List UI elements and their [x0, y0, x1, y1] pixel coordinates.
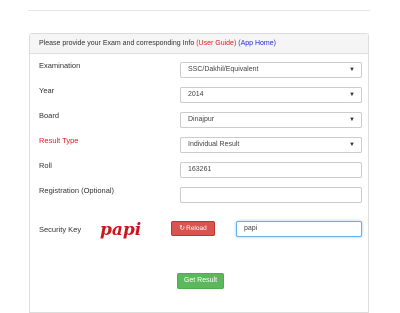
caret-down-icon: ▼ — [349, 117, 355, 123]
user-guide-link[interactable]: (User Guide) — [196, 40, 236, 47]
caret-down-icon: ▼ — [349, 92, 355, 98]
result-type-select[interactable]: Individual Result ▼ — [180, 137, 362, 153]
result-type-selected-value: Individual Result — [188, 141, 240, 148]
roll-label: Roll — [39, 161, 52, 170]
security-key-label: Security Key — [39, 225, 82, 234]
examination-selected-value: SSC/Dakhil/Equivalent — [188, 66, 259, 73]
board-row: Board Dinajpur ▼ — [30, 111, 368, 133]
registration-input[interactable] — [180, 187, 362, 203]
captcha-text: papi — [100, 220, 141, 239]
app-home-link[interactable]: (App Home) — [238, 40, 276, 47]
year-select[interactable]: 2014 ▼ — [180, 87, 362, 103]
result-type-label: Result Type — [39, 136, 79, 145]
board-label: Board — [39, 111, 60, 120]
result-type-row: Result Type Individual Result ▼ — [30, 136, 368, 158]
result-form-panel: Please provide your Exam and correspondi… — [29, 33, 369, 313]
board-selected-value: Dinajpur — [188, 116, 215, 123]
panel-heading-text: Please provide your Exam and correspondi… — [39, 40, 197, 47]
roll-row: Roll 163261 — [30, 161, 368, 183]
security-key-input[interactable]: papi — [236, 221, 362, 237]
reload-button-label: Reload — [186, 225, 207, 232]
captcha-image: papi — [100, 220, 141, 239]
top-divider — [28, 10, 370, 11]
panel-heading: Please provide your Exam and correspondi… — [30, 34, 368, 54]
caret-down-icon: ▼ — [349, 142, 355, 148]
examination-label: Examination — [39, 61, 81, 70]
security-key-row: Security Key papi ↻Reload papi — [30, 220, 368, 246]
board-select[interactable]: Dinajpur ▼ — [180, 112, 362, 128]
registration-row: Registration (Optional) — [30, 186, 368, 208]
reload-captcha-button[interactable]: ↻Reload — [171, 221, 215, 236]
year-label: Year — [39, 86, 55, 95]
roll-input[interactable]: 163261 — [180, 162, 362, 178]
get-result-button[interactable]: Get Result — [177, 273, 224, 289]
caret-down-icon: ▼ — [349, 67, 355, 73]
year-selected-value: 2014 — [188, 91, 204, 98]
examination-select[interactable]: SSC/Dakhil/Equivalent ▼ — [180, 62, 362, 78]
examination-row: Examination SSC/Dakhil/Equivalent ▼ — [30, 61, 368, 83]
year-row: Year 2014 ▼ — [30, 86, 368, 108]
refresh-icon: ↻ — [179, 225, 186, 232]
registration-label: Registration (Optional) — [39, 186, 115, 195]
